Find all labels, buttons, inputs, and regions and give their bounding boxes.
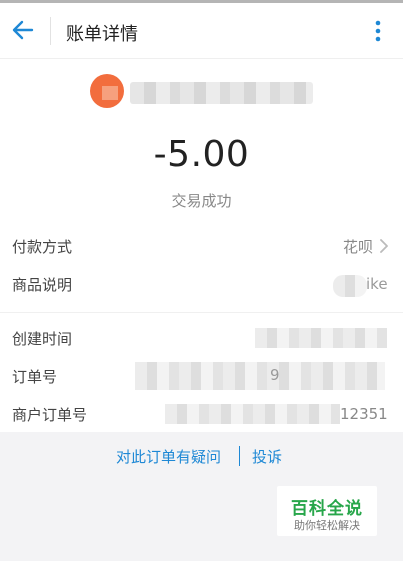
merchant-info — [90, 74, 315, 108]
transaction-status: 交易成功 — [171, 192, 232, 210]
complain-link[interactable]: 投诉 — [252, 446, 282, 467]
link-divider — [239, 446, 240, 466]
payment-method-label: 付款方式 — [12, 238, 73, 256]
order-no-redacted — [135, 362, 385, 390]
order-no-value: 9 — [270, 366, 280, 384]
more-vertical-icon[interactable] — [370, 16, 386, 46]
chevron-right-icon — [380, 239, 388, 253]
merchant-order-no-value: 12351 — [340, 405, 388, 423]
merchant-name-redacted — [130, 82, 313, 104]
product-desc-value: ike — [366, 275, 388, 293]
merchant-order-no-redacted — [165, 404, 340, 424]
product-desc-redacted — [333, 275, 367, 297]
transaction-amount: -5.00 — [153, 134, 250, 175]
order-no-label: 订单号 — [12, 368, 58, 386]
page-title: 账单详情 — [66, 24, 138, 45]
question-link[interactable]: 对此订单有疑问 — [116, 446, 221, 467]
app-header: 账单详情 — [0, 3, 403, 59]
watermark-title: 百科全说 — [291, 499, 363, 519]
created-time-label: 创建时间 — [12, 330, 73, 348]
section-divider — [0, 312, 403, 313]
arrow-left-icon[interactable] — [10, 17, 36, 43]
created-time-redacted — [255, 328, 387, 348]
product-desc-label: 商品说明 — [12, 276, 73, 294]
watermark-logo: 百科全说 助你轻松解决 — [277, 486, 377, 536]
payment-method-value: 花呗 — [342, 238, 373, 256]
row-payment-method[interactable]: 付款方式 花呗 — [0, 228, 403, 264]
merchant-avatar — [90, 74, 124, 108]
watermark-subtitle: 助你轻松解决 — [294, 519, 360, 532]
merchant-order-no-label: 商户订单号 — [12, 406, 88, 424]
header-divider — [50, 17, 51, 45]
